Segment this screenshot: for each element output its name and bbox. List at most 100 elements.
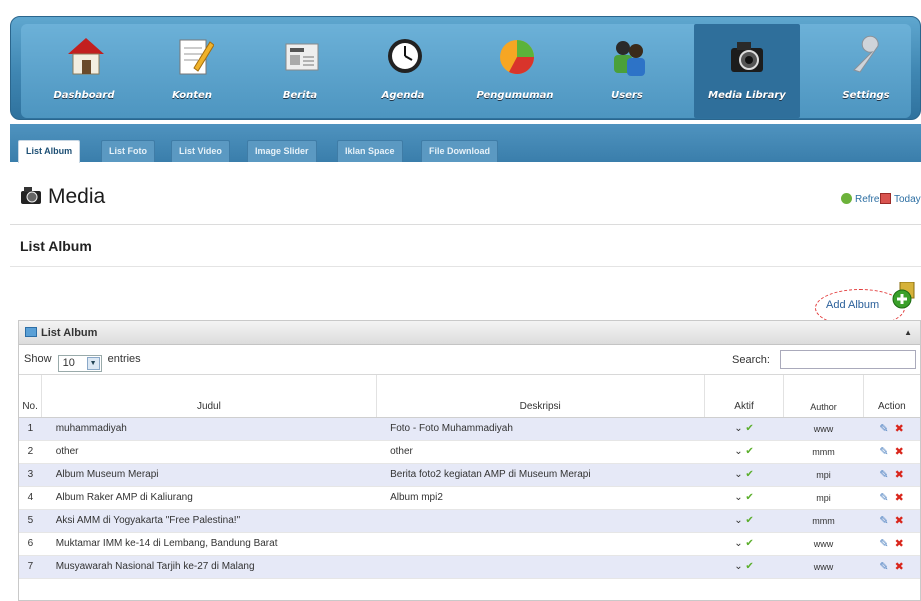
cell-judul: muhammadiyah [41, 417, 377, 441]
column-header-author[interactable]: Author [783, 375, 864, 418]
cell-no: 6 [19, 532, 42, 556]
add-album-icon[interactable] [890, 282, 918, 310]
tab-list-foto[interactable]: List Foto [101, 140, 155, 162]
dropdown-icon[interactable]: ⌄ [734, 561, 742, 572]
dropdown-icon[interactable]: ⌄ [734, 492, 742, 503]
tab-image-slider[interactable]: Image Slider [247, 140, 317, 162]
check-icon[interactable]: ✔ [745, 423, 753, 434]
table-header-row: No. Judul Deskripsi Aktif Author Action [19, 375, 920, 418]
delete-icon[interactable]: ✖ [895, 492, 904, 504]
cell-deskripsi: Berita foto2 kegiatan AMP di Museum Mera… [376, 463, 705, 487]
tab-iklan-space[interactable]: Iklan Space [337, 140, 403, 162]
dropdown-icon[interactable]: ⌄ [734, 469, 742, 480]
check-icon[interactable]: ✔ [745, 515, 753, 526]
wrench-icon [853, 35, 879, 73]
dropdown-icon[interactable]: ⌄ [734, 423, 742, 434]
cell-deskripsi: other [376, 440, 705, 464]
check-icon[interactable]: ✔ [745, 538, 753, 549]
cell-author: www [783, 417, 864, 441]
dropdown-icon[interactable]: ⌄ [734, 446, 742, 457]
pie-chart-icon [500, 40, 534, 74]
column-header-aktif[interactable]: Aktif [704, 375, 785, 418]
table-row: 3 Album Museum Merapi Berita foto2 kegia… [19, 463, 920, 487]
table-row: 5 Aksi AMM di Yogyakarta "Free Palestina… [19, 509, 920, 533]
cell-no: 3 [19, 463, 42, 487]
dropdown-icon[interactable]: ⌄ [734, 538, 742, 549]
tab-file-download[interactable]: File Download [421, 140, 499, 162]
check-icon[interactable]: ✔ [745, 446, 753, 457]
today-link[interactable]: Today [880, 193, 921, 205]
edit-icon[interactable]: ✎ [879, 492, 888, 504]
nav-item-berita[interactable]: Berita [255, 24, 345, 118]
table-row: 6 Muktamar IMM ke-14 di Lembang, Bandung… [19, 532, 920, 556]
tab-list-video[interactable]: List Video [171, 140, 230, 162]
tab-list-album[interactable]: List Album [18, 140, 81, 163]
edit-icon[interactable]: ✎ [879, 446, 888, 458]
delete-icon[interactable]: ✖ [895, 469, 904, 481]
delete-icon[interactable]: ✖ [895, 446, 904, 458]
cell-author: www [783, 532, 864, 556]
add-album-link[interactable]: Add Album [826, 299, 879, 311]
cell-author: mmm [783, 440, 864, 464]
edit-icon[interactable]: ✎ [879, 561, 888, 573]
entries-label: entries [107, 353, 141, 365]
nav-label: Pengumuman [476, 90, 554, 101]
edit-icon[interactable]: ✎ [879, 515, 888, 527]
calendar-icon [880, 193, 891, 204]
nav-label: Agenda [381, 90, 425, 101]
nav-label: Users [611, 90, 643, 101]
nav-item-pengumuman[interactable]: Pengumuman [470, 24, 560, 118]
cell-author: mpi [783, 463, 864, 487]
cell-judul: other [41, 440, 377, 464]
nav-item-settings[interactable]: Settings [821, 24, 911, 118]
nav-item-dashboard[interactable]: Dashboard [39, 24, 129, 118]
edit-icon[interactable]: ✎ [879, 538, 888, 550]
nav-item-users[interactable]: Users [582, 24, 672, 118]
nav-item-media-library[interactable]: Media Library [694, 24, 800, 118]
check-icon[interactable]: ✔ [745, 469, 753, 480]
column-header-judul[interactable]: Judul [41, 375, 377, 418]
camera-icon [731, 42, 763, 72]
nav-label: Media Library [708, 90, 786, 101]
page-title-text: Media [48, 185, 106, 208]
table-icon [25, 327, 37, 337]
page-title: Media [20, 185, 105, 209]
delete-icon[interactable]: ✖ [895, 538, 904, 550]
check-icon[interactable]: ✔ [745, 561, 753, 572]
cell-action: ✎ ✖ [863, 555, 920, 579]
show-label: Show [24, 353, 52, 365]
cell-author: www [783, 555, 864, 579]
table-row: 2 other other ⌄ ✔ mmm ✎ ✖ [19, 440, 920, 464]
delete-icon[interactable]: ✖ [895, 515, 904, 527]
table-controls: Show 10 ▼ entries Search: [19, 345, 920, 375]
nav-item-agenda[interactable]: Agenda [358, 24, 448, 118]
table-row: 1 muhammadiyah Foto - Foto Muhammadiyah … [19, 417, 920, 441]
nav-label: Dashboard [53, 90, 115, 101]
today-label: Today [894, 194, 921, 205]
column-header-deskripsi[interactable]: Deskripsi [376, 375, 705, 418]
chevron-down-icon: ▼ [86, 357, 100, 370]
search-input[interactable] [780, 350, 916, 369]
album-table-box: List Album ▲ Show 10 ▼ entries Search: No… [18, 320, 921, 601]
delete-icon[interactable]: ✖ [895, 423, 904, 435]
delete-icon[interactable]: ✖ [895, 561, 904, 573]
cell-deskripsi: Foto - Foto Muhammadiyah [376, 417, 705, 441]
column-header-action: Action [863, 375, 920, 418]
cell-action: ✎ ✖ [863, 440, 920, 464]
edit-icon[interactable]: ✎ [879, 423, 888, 435]
cell-author: mpi [783, 486, 864, 510]
users-icon [614, 41, 645, 76]
entries-select[interactable]: 10 ▼ [57, 355, 102, 372]
edit-document-icon [179, 39, 214, 75]
collapse-icon[interactable]: ▲ [904, 321, 912, 345]
column-header-no[interactable]: No. [19, 375, 43, 418]
cell-no: 5 [19, 509, 42, 533]
table-row: 4 Album Raker AMP di Kaliurang Album mpi… [19, 486, 920, 510]
dropdown-icon[interactable]: ⌄ [734, 515, 742, 526]
camera-icon [21, 187, 41, 204]
nav-item-konten[interactable]: Konten [147, 24, 237, 118]
edit-icon[interactable]: ✎ [879, 469, 888, 481]
nav-label: Konten [172, 90, 212, 101]
navigation-panel: Dashboard Konten Berita Agenda Pengumuma… [21, 24, 911, 118]
check-icon[interactable]: ✔ [745, 492, 753, 503]
